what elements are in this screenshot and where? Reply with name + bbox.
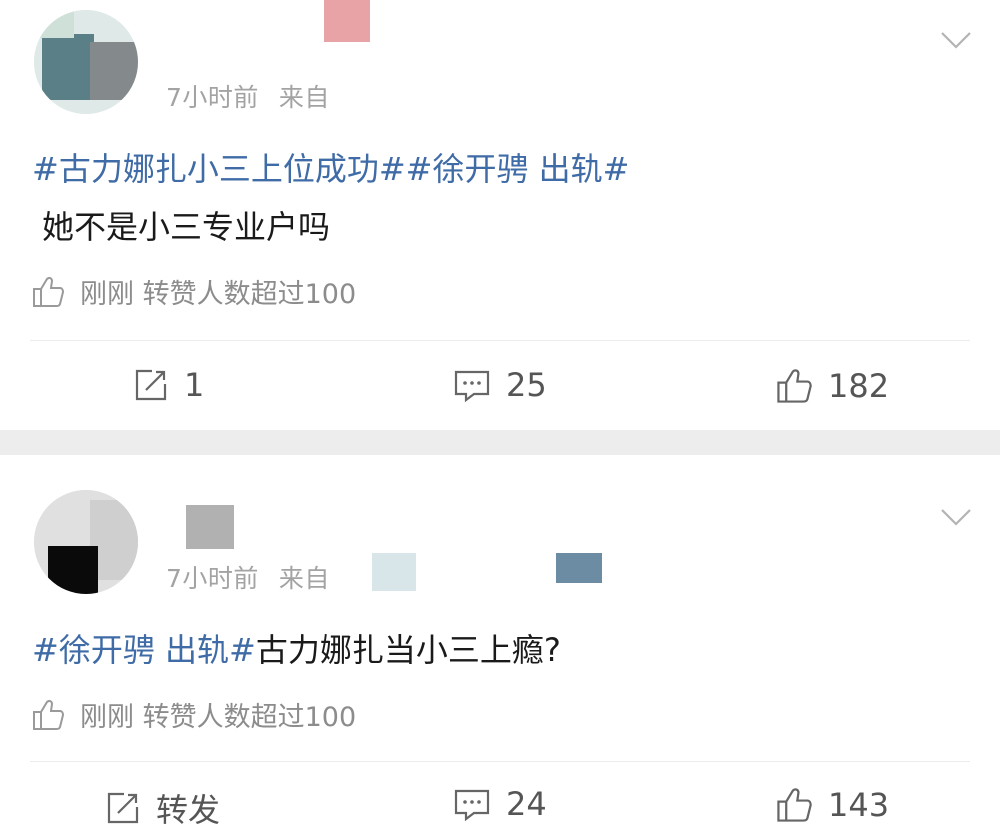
repost-button[interactable]: 转发 [104,785,220,831]
chevron-down-icon[interactable] [938,22,974,58]
comment-icon [454,370,490,403]
post-text: 古力娜扎当小三上瘾? [255,631,561,669]
topic-tags[interactable]: #徐开骋 出轨# [32,631,256,669]
weibo-post: 7小时前 来自 #徐开骋 出轨#古力娜扎当小三上瘾? 刚刚 转赞人数超过100 转… [0,455,1000,830]
repost-button[interactable]: 1 [132,366,204,404]
source-blur [372,553,416,591]
chevron-down-icon[interactable] [938,499,974,535]
post-time: 7小时前 [166,83,259,112]
repost-label: 转发 [156,791,221,829]
like-notice-text: 刚刚 转赞人数超过100 [80,702,357,733]
username[interactable] [186,505,234,549]
repost-icon [135,369,167,401]
username[interactable] [324,0,370,42]
post-separator [0,430,1000,455]
avatar[interactable] [34,490,138,594]
like-count: 182 [828,367,890,405]
post-source: 来自 [278,564,330,593]
thumbs-up-icon [33,276,65,307]
comment-button[interactable]: 24 [452,785,547,823]
divider [30,340,970,341]
thumbs-up-icon [777,788,812,822]
post-text: 她不是小三专业户吗 [42,208,331,246]
post-content: #徐开骋 出轨#古力娜扎当小三上瘾? [32,625,561,671]
avatar[interactable] [34,10,138,114]
divider [30,761,970,762]
like-button[interactable]: 143 [774,785,889,825]
comment-count: 25 [506,366,547,404]
like-count: 143 [828,786,890,824]
comment-icon [454,789,490,822]
comment-count: 24 [506,785,547,823]
weibo-post: 7小时前 来自 #古力娜扎小三上位成功##徐开骋 出轨# 她不是小三专业户吗 刚刚… [0,0,1000,430]
source-blur [556,553,602,583]
thumbs-up-icon [777,369,812,403]
like-notice: 刚刚 转赞人数超过100 [30,272,356,311]
like-notice: 刚刚 转赞人数超过100 [30,695,356,734]
topic-tags[interactable]: #古力娜扎小三上位成功##徐开骋 出轨# [32,144,629,190]
post-meta: 7小时前 来自 [166,559,350,595]
post-meta: 7小时前 来自 [166,78,350,114]
post-source: 来自 [278,83,330,112]
post-time: 7小时前 [166,564,259,593]
like-notice-text: 刚刚 转赞人数超过100 [80,279,357,310]
repost-count: 1 [184,366,205,404]
thumbs-up-icon [33,699,65,730]
repost-icon [107,792,139,824]
comment-button[interactable]: 25 [452,366,547,404]
like-button[interactable]: 182 [774,366,889,406]
